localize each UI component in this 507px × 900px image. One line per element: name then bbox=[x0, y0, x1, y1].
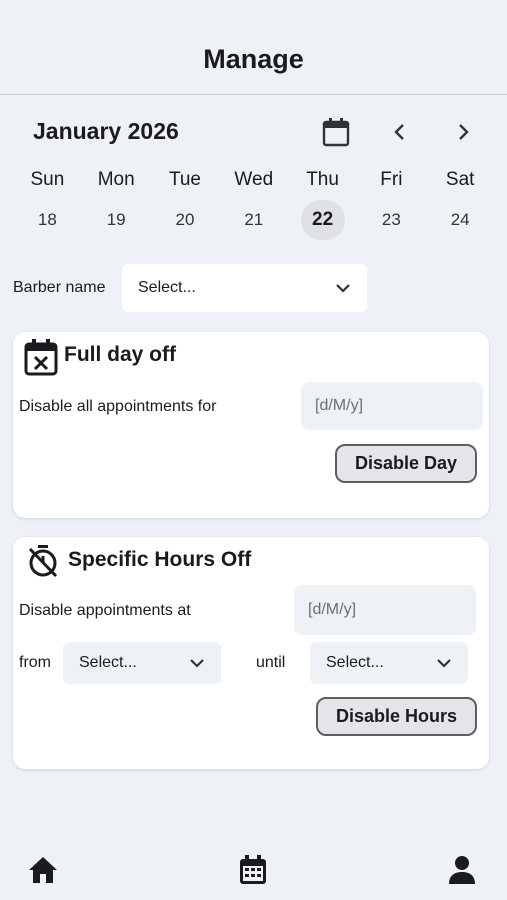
app-header: Manage bbox=[0, 0, 507, 95]
day-number: 23 bbox=[381, 210, 401, 229]
day-number: 20 bbox=[175, 210, 195, 229]
disable-hours-button[interactable]: Disable Hours bbox=[316, 697, 477, 736]
until-select-value: Select... bbox=[326, 654, 384, 671]
full-day-off-card: Full day off Disable all appointments fo… bbox=[13, 332, 489, 518]
calendar-grid-icon bbox=[240, 855, 266, 884]
person-icon bbox=[449, 856, 475, 884]
nav-calendar[interactable] bbox=[233, 850, 273, 890]
until-time-select[interactable]: Select... bbox=[310, 642, 468, 684]
day-wed[interactable]: Wed 21 bbox=[219, 165, 288, 240]
from-select-value: Select... bbox=[79, 654, 137, 671]
specific-hours-title: Specific Hours Off bbox=[68, 548, 252, 571]
bottom-navigation bbox=[0, 840, 507, 900]
day-tue[interactable]: Tue 20 bbox=[151, 165, 220, 240]
day-fri[interactable]: Fri 23 bbox=[357, 165, 426, 240]
day-name: Sun bbox=[30, 169, 65, 190]
calendar-picker-button[interactable] bbox=[318, 114, 354, 150]
barber-select-value: Select... bbox=[138, 279, 196, 296]
full-day-date-input[interactable]: [d/M/y] bbox=[301, 382, 483, 430]
page-title: Manage bbox=[203, 43, 304, 74]
day-name: Thu bbox=[306, 169, 339, 190]
week-strip: Sun 18 Mon 19 Tue 20 Wed 21 Thu 22 Fri 2… bbox=[13, 165, 495, 240]
day-name: Sat bbox=[445, 169, 475, 190]
from-time-select[interactable]: Select... bbox=[63, 642, 221, 684]
calendar-x-icon bbox=[23, 338, 59, 376]
specific-hours-off-card: Specific Hours Off Disable appointments … bbox=[13, 537, 489, 769]
next-week-button[interactable] bbox=[447, 114, 479, 150]
day-name: Tue bbox=[168, 169, 202, 190]
day-number: 19 bbox=[106, 210, 126, 229]
barber-row: Barber name Select... bbox=[13, 264, 367, 312]
chevron-down-icon bbox=[190, 659, 204, 668]
day-name: Mon bbox=[97, 169, 135, 190]
month-label: January 2026 bbox=[33, 118, 179, 144]
day-number: 18 bbox=[37, 210, 57, 229]
chevron-left-icon bbox=[394, 124, 404, 140]
barber-select[interactable]: Select... bbox=[122, 264, 367, 312]
day-sat[interactable]: Sat 24 bbox=[426, 165, 495, 240]
disable-day-button[interactable]: Disable Day bbox=[335, 444, 477, 483]
full-day-off-title: Full day off bbox=[64, 343, 176, 366]
barber-label: Barber name bbox=[13, 279, 106, 296]
day-number: 22 bbox=[300, 200, 345, 240]
day-sun[interactable]: Sun 18 bbox=[13, 165, 82, 240]
day-name: Fri bbox=[380, 169, 403, 190]
from-label: from bbox=[19, 654, 51, 671]
specific-hours-date-input[interactable]: [d/M/y] bbox=[294, 585, 476, 635]
nav-profile[interactable] bbox=[442, 850, 482, 890]
disable-all-label: Disable all appointments for bbox=[19, 398, 217, 415]
day-number: 24 bbox=[450, 210, 470, 229]
nav-home[interactable] bbox=[23, 850, 63, 890]
day-number: 21 bbox=[244, 210, 264, 229]
day-thu-selected[interactable]: Thu 22 bbox=[288, 165, 357, 240]
day-name: Wed bbox=[234, 169, 274, 190]
day-mon[interactable]: Mon 19 bbox=[82, 165, 151, 240]
timer-off-icon bbox=[25, 543, 61, 579]
calendar-icon bbox=[322, 118, 350, 147]
chevron-down-icon bbox=[437, 659, 451, 668]
until-label: until bbox=[256, 654, 286, 671]
chevron-right-icon bbox=[459, 124, 469, 140]
home-icon bbox=[29, 857, 57, 883]
month-navigation: January 2026 bbox=[0, 110, 507, 154]
previous-week-button[interactable] bbox=[384, 114, 416, 150]
chevron-down-icon bbox=[336, 284, 350, 293]
disable-at-label: Disable appointments at bbox=[19, 602, 191, 619]
